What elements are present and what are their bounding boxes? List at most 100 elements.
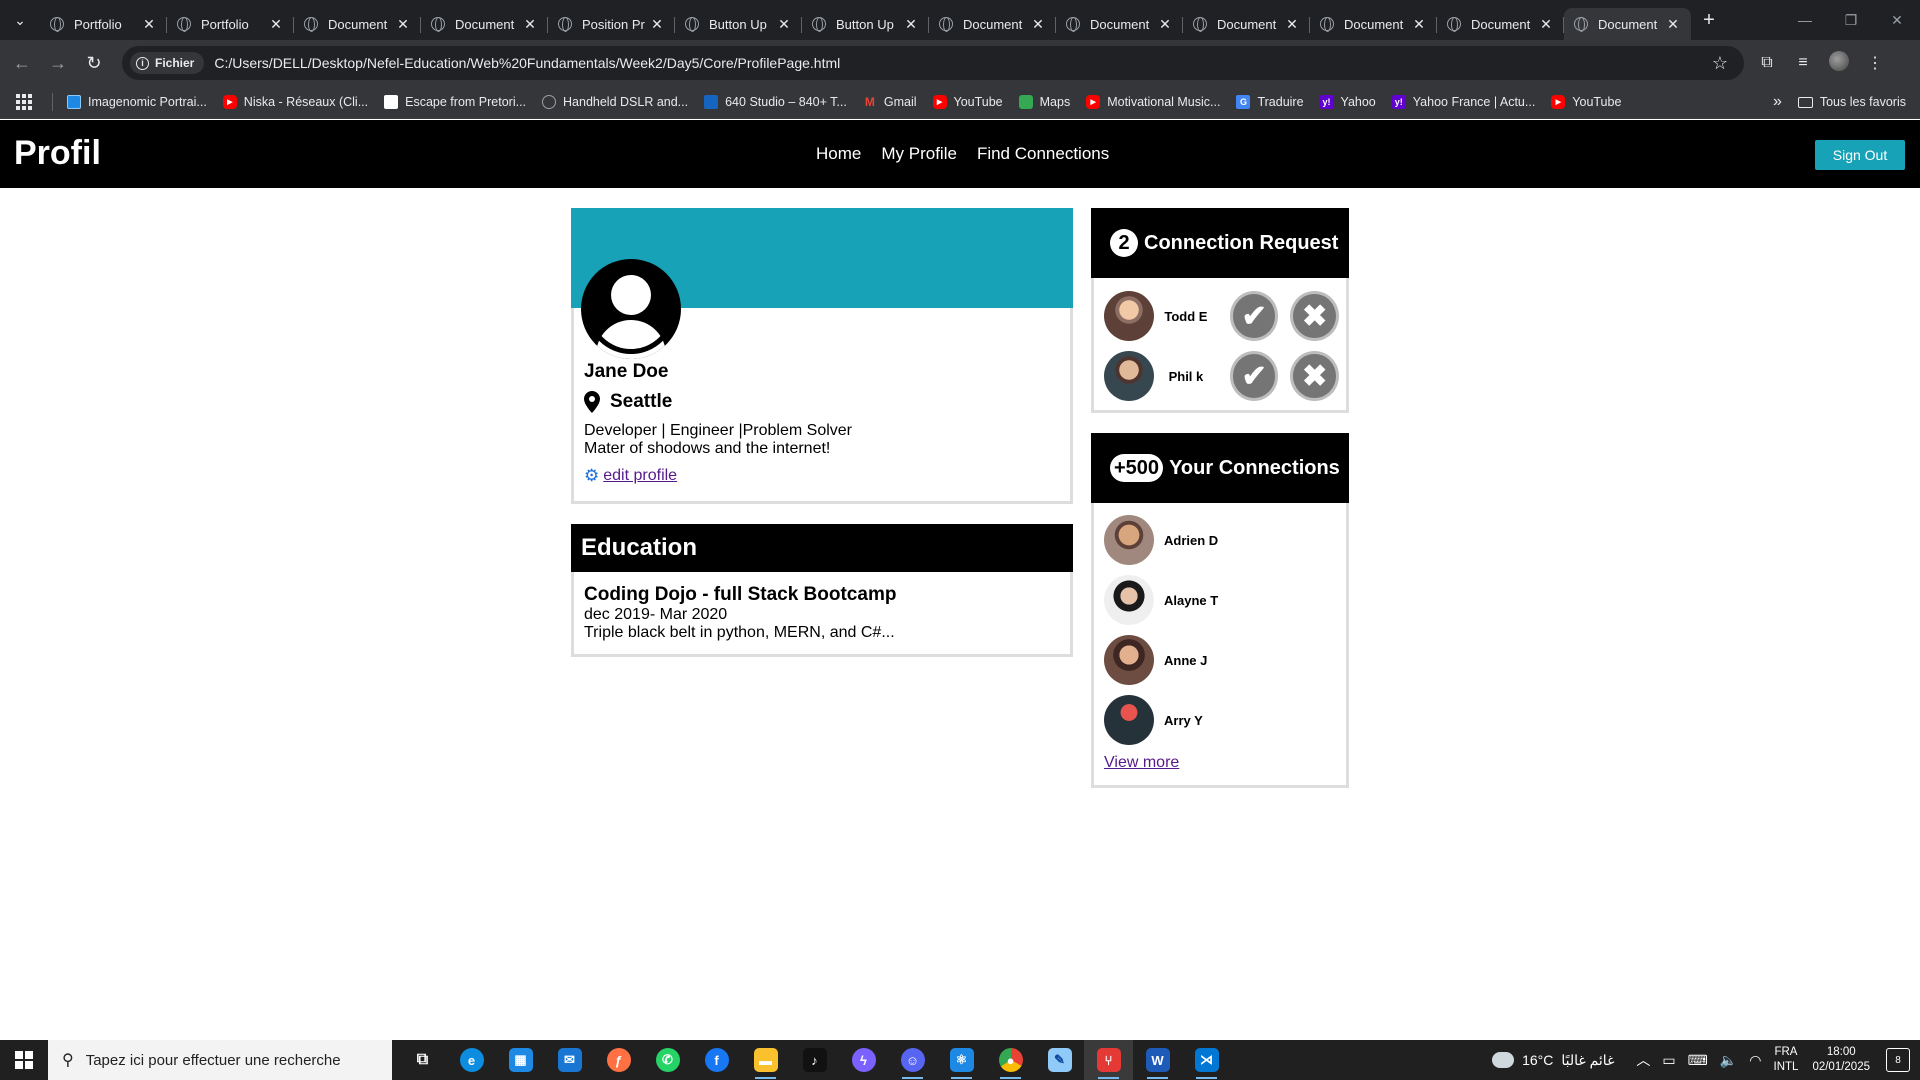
bookmark-item[interactable]: M Gmail [863,95,917,109]
connection-row[interactable]: Adrien D [1104,515,1334,565]
edge-icon[interactable]: e [447,1040,496,1080]
all-bookmarks-folder[interactable]: Tous les favoris [1797,95,1906,109]
apps-grid-icon[interactable] [14,92,34,112]
browser-tab[interactable]: Document ✕ [1437,8,1564,40]
profile-avatar[interactable] [1828,50,1850,76]
browser-tab-active[interactable]: Document ✕ [1564,8,1691,40]
bookmark-item[interactable]: Imagenomic Portrai... [67,95,207,109]
input-method-icon[interactable]: ⌨ [1688,1052,1708,1069]
browser-tab[interactable]: Document ✕ [421,8,548,40]
git-app-icon[interactable]: ⑂ [1084,1040,1133,1080]
address-bar[interactable]: i Fichier C:/Users/DELL/Desktop/Nefel-Edu… [122,46,1744,80]
close-tab-icon[interactable]: ✕ [1284,16,1300,33]
bookmark-item[interactable]: y! Yahoo France | Actu... [1391,95,1535,109]
browser-tab[interactable]: Document ✕ [1056,8,1183,40]
browser-tab[interactable]: Document ✕ [294,8,421,40]
windows-start-button[interactable] [0,1040,48,1080]
whatsapp-icon[interactable]: ✆ [643,1040,692,1080]
decline-request-button[interactable]: ✖ [1290,351,1340,401]
bookmark-item[interactable]: YouTube [932,95,1003,109]
weather-widget[interactable]: 16°C غائم غالبًا [1488,1047,1614,1069]
messenger-icon[interactable]: ϟ [839,1040,888,1080]
close-tab-icon[interactable]: ✕ [395,16,411,33]
minimize-icon[interactable]: — [1782,0,1828,40]
nav-link-my-profile[interactable]: My Profile [881,144,957,164]
browser-tab[interactable]: Document ✕ [1183,8,1310,40]
close-tab-icon[interactable]: ✕ [1157,16,1173,33]
browser-tab[interactable]: Button Up ✕ [802,8,929,40]
taskbar-search[interactable]: ⚲ Tapez ici pour effectuer une recherche [48,1040,392,1080]
edit-profile-link[interactable]: edit profile [603,467,677,485]
reload-icon[interactable]: ↻ [76,45,112,81]
file-explorer-icon[interactable]: ▬ [741,1040,790,1080]
close-tab-icon[interactable]: ✕ [141,16,157,33]
word-icon[interactable]: W [1133,1040,1182,1080]
close-tab-icon[interactable]: ✕ [1030,16,1046,33]
close-tab-icon[interactable]: ✕ [522,16,538,33]
bookmark-item[interactable]: YouTube [1551,95,1621,109]
menu-kebab-icon[interactable]: ⋮ [1864,53,1886,73]
notepad-icon[interactable]: ✎ [1035,1040,1084,1080]
browser-tab[interactable]: Position Pr ✕ [548,8,675,40]
wifi-icon[interactable]: ◠ [1749,1052,1761,1069]
restore-icon[interactable]: ❐ [1828,0,1874,40]
bookmark-item[interactable]: y! Yahoo [1319,95,1376,109]
close-tab-icon[interactable]: ✕ [1411,16,1427,33]
nav-link-find-connections[interactable]: Find Connections [977,144,1109,164]
new-tab-button[interactable]: + [1691,0,1727,40]
forward-icon[interactable]: → [40,45,76,81]
discord-icon[interactable]: ☺ [888,1040,937,1080]
bookmark-item[interactable]: 640 Studio – 840+ T... [704,95,847,109]
vscode-icon[interactable]: ⋊ [1182,1040,1231,1080]
clock[interactable]: 18:00 02/01/2025 [1812,1045,1870,1075]
browser-tab[interactable]: Portfolio ✕ [167,8,294,40]
bookmark-item[interactable]: Escape from Pretori... [384,95,526,109]
bookmark-item[interactable]: G Traduire [1236,95,1304,109]
connection-row[interactable]: Anne J [1104,635,1334,685]
chevron-up-icon[interactable]: ︿ [1636,1050,1650,1070]
notification-center-icon[interactable]: 8 [1886,1048,1910,1072]
more-bookmarks-icon[interactable]: » [1773,93,1782,111]
tab-search-button[interactable]: ⌄ [0,0,40,40]
bookmark-item[interactable]: Motivational Music... [1086,95,1220,109]
volume-icon[interactable]: 🔈 [1720,1052,1737,1069]
close-tab-icon[interactable]: ✕ [903,16,919,33]
store-icon[interactable]: ▦ [496,1040,545,1080]
language-indicator[interactable]: FRA INTL [1774,1045,1799,1075]
close-tab-icon[interactable]: ✕ [1665,16,1681,33]
connection-row[interactable]: Arry Y [1104,695,1334,745]
close-tab-icon[interactable]: ✕ [776,16,792,33]
browser-tab[interactable]: Portfolio ✕ [40,8,167,40]
meet-now-icon[interactable]: ▭ [1662,1052,1675,1069]
bookmark-item[interactable]: Handheld DSLR and... [542,95,688,109]
browser-tab[interactable]: Document ✕ [1310,8,1437,40]
back-icon[interactable]: ← [4,45,40,81]
browser-tab[interactable]: Button Up ✕ [675,8,802,40]
chrome-icon[interactable]: ● [986,1040,1035,1080]
facebook-icon[interactable]: f [692,1040,741,1080]
bookmark-item[interactable]: Maps [1018,95,1070,109]
close-tab-icon[interactable]: ✕ [1538,16,1554,33]
react-icon[interactable]: ⚛ [937,1040,986,1080]
brand-logo[interactable]: Profil [14,134,101,173]
mail-icon[interactable]: ✉ [545,1040,594,1080]
browser-tab[interactable]: Document ✕ [929,8,1056,40]
media-queue-icon[interactable]: ≡ [1792,54,1814,72]
firefox-icon[interactable]: ƒ [594,1040,643,1080]
bookmark-star-icon[interactable]: ☆ [1712,53,1728,74]
close-window-icon[interactable]: ✕ [1874,0,1920,40]
decline-request-button[interactable]: ✖ [1290,291,1340,341]
sign-out-button[interactable]: Sign Out [1815,140,1905,170]
task-view-icon[interactable]: ⧉ [398,1040,447,1080]
site-info-chip[interactable]: i Fichier [130,52,205,74]
nav-link-home[interactable]: Home [816,144,861,164]
extensions-icon[interactable]: ⧉ [1756,54,1778,72]
accept-request-button[interactable]: ✔ [1229,351,1279,401]
bookmark-item[interactable]: Niska - Réseaux (Cli... [222,95,368,109]
view-more-link[interactable]: View more [1104,754,1179,772]
accept-request-button[interactable]: ✔ [1229,291,1279,341]
close-tab-icon[interactable]: ✕ [268,16,284,33]
tiktok-icon[interactable]: ♪ [790,1040,839,1080]
connection-row[interactable]: Alayne T [1104,575,1334,625]
close-tab-icon[interactable]: ✕ [649,16,665,33]
